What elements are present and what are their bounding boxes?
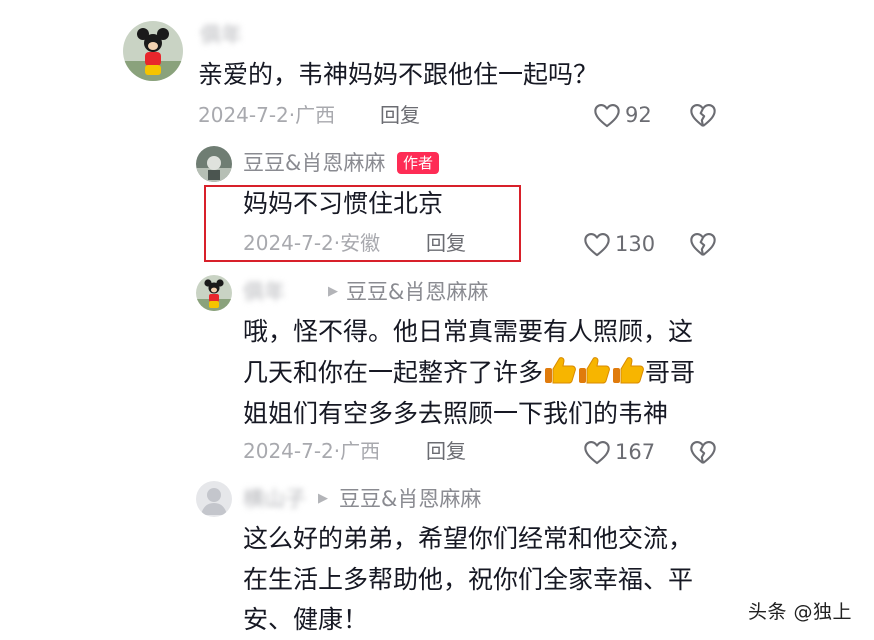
avatar-author[interactable] — [196, 146, 232, 182]
like-count: 130 — [615, 232, 656, 256]
comment-text-line: 在生活上多帮助他，祝你们全家幸福、平 — [243, 565, 694, 594]
comment-text-line: 几天和你在一起整齐了许多 哥哥 — [243, 353, 695, 397]
dislike-button[interactable] — [689, 439, 717, 469]
avatar-default[interactable] — [196, 481, 232, 517]
comment-text: 妈妈不习惯住北京 — [243, 189, 444, 218]
like-button[interactable]: 167 — [583, 437, 655, 467]
comment-meta: 2024-7-2·广西 — [243, 439, 381, 463]
comment-text-segment: 几天和你在一起整齐了许多 — [243, 358, 544, 387]
like-button[interactable]: 92 — [593, 100, 652, 130]
thumbs-up-icon — [543, 355, 577, 397]
heart-outline-icon — [583, 231, 611, 257]
thumbs-up-icon — [611, 355, 645, 397]
dislike-button[interactable] — [689, 231, 717, 261]
heart-outline-icon — [583, 439, 611, 465]
comment-username[interactable]: 俱年 — [243, 279, 285, 305]
reply-button[interactable]: 回复 — [380, 102, 420, 128]
comment-text-line: 安、健康！ — [243, 605, 369, 634]
reply-to-username[interactable]: 豆豆&肖恩麻麻 — [346, 279, 488, 305]
reply-button[interactable]: 回复 — [426, 230, 466, 256]
comment-text: 亲爱的，韦神妈妈不跟他住一起吗？ — [198, 60, 599, 89]
like-count: 92 — [625, 103, 652, 127]
broken-heart-icon — [689, 104, 717, 132]
comment-text-line: 哦，怪不得。他日常真需要有人照顾，这 — [243, 317, 694, 346]
comment-username[interactable]: 俱年 — [200, 22, 242, 48]
reply-to-username[interactable]: 豆豆&肖恩麻麻 — [339, 486, 481, 512]
triangle-right-icon: ▶ — [318, 491, 328, 506]
broken-heart-icon — [689, 233, 717, 261]
comment-text-line: 这么好的弟弟，希望你们经常和他交流， — [243, 524, 694, 553]
like-button[interactable]: 130 — [583, 229, 655, 259]
like-count: 167 — [615, 440, 656, 464]
avatar-mickey[interactable] — [196, 275, 232, 311]
triangle-right-icon: ▶ — [328, 284, 338, 299]
watermark: 头条 @独上 — [747, 601, 852, 623]
reply-button[interactable]: 回复 — [426, 438, 466, 464]
comment-username[interactable]: 横山子 — [243, 486, 306, 512]
comment-meta: 2024-7-2·广西 — [198, 103, 336, 127]
comment-text-segment: 哥哥 — [645, 358, 696, 387]
broken-heart-icon — [689, 441, 717, 469]
comment-text-line: 姐姐们有空多多去照顾一下我们的韦神 — [243, 399, 669, 428]
avatar-mickey[interactable] — [123, 21, 183, 81]
comment-username[interactable]: 豆豆&肖恩麻麻 — [243, 150, 385, 176]
heart-outline-icon — [593, 102, 621, 128]
author-badge: 作者 — [397, 152, 440, 174]
comment-meta: 2024-7-2·安徽 — [243, 231, 381, 255]
dislike-button[interactable] — [689, 102, 717, 132]
thumbs-up-icon — [577, 355, 611, 397]
